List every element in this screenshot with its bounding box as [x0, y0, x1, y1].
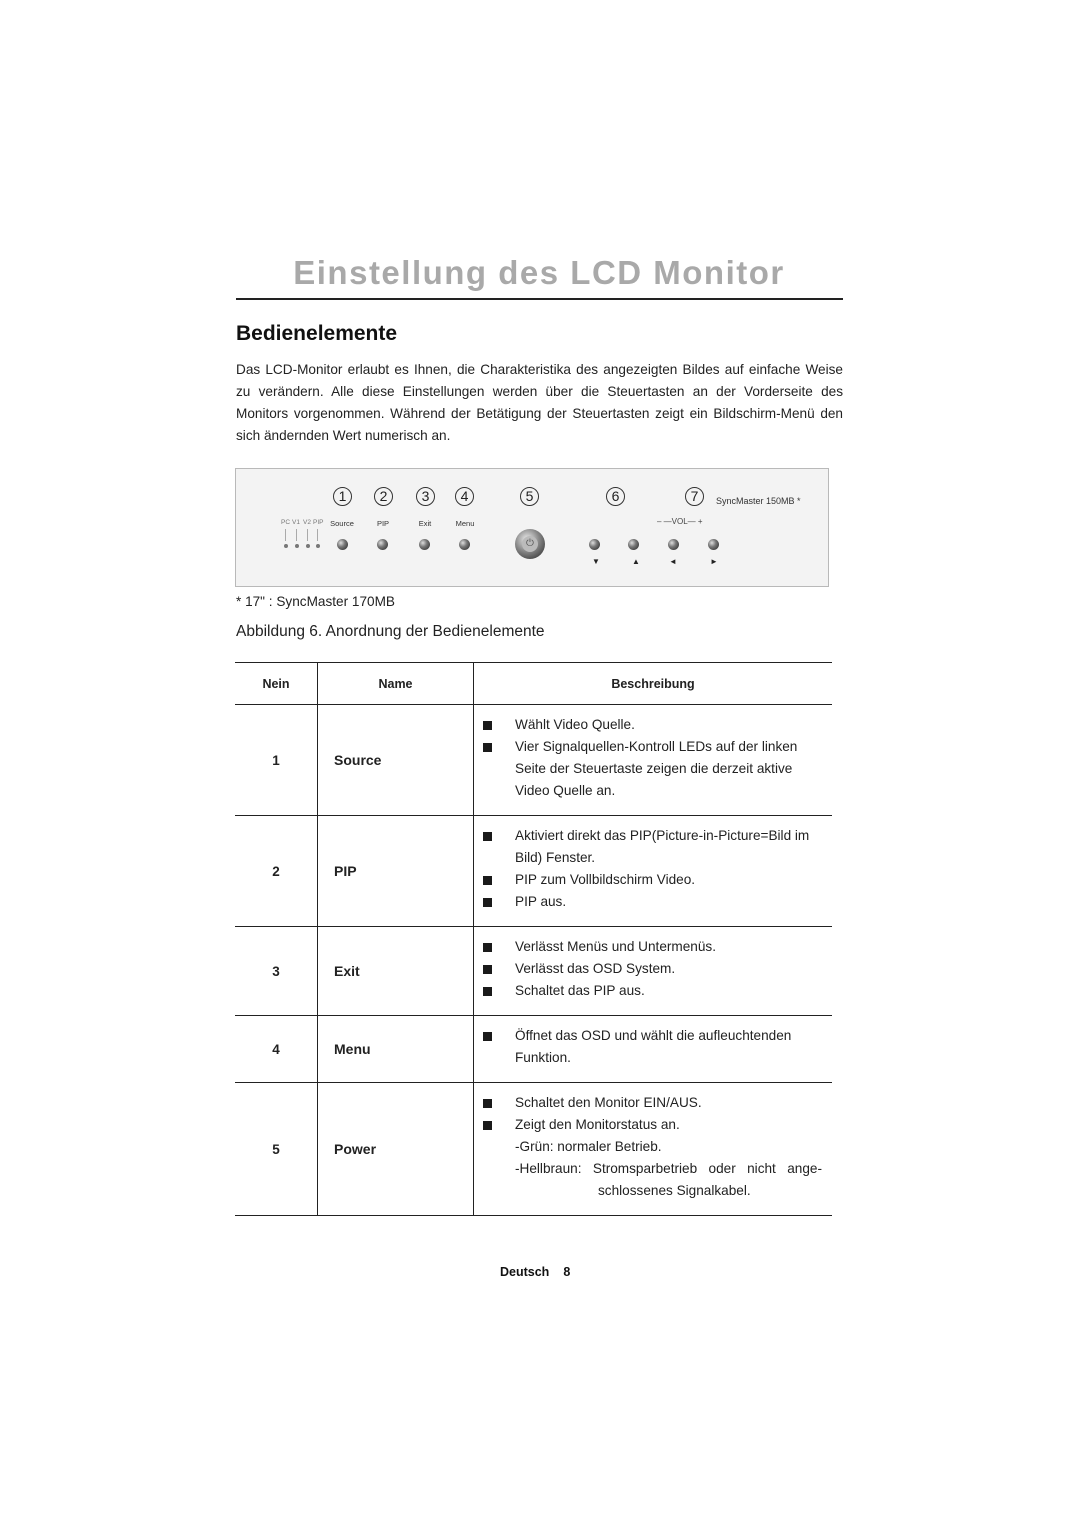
table-row: 2 PIP Aktiviert direkt das PIP(Picture-i…: [235, 815, 832, 927]
right-arrow-icon: ►: [710, 557, 718, 566]
table-header-row: Nein Name Beschreibung: [235, 662, 832, 705]
row-number: 1: [235, 704, 318, 816]
led-label-v1: V1: [292, 519, 300, 526]
power-icon: ⏻: [522, 536, 538, 552]
description-item: PIP aus.: [474, 891, 832, 913]
led-indicator-pip: [316, 544, 320, 548]
row-number: 3: [235, 926, 318, 1016]
description-item: Verlässt das OSD System.: [474, 958, 832, 980]
page-footer: Deutsch 8: [500, 1265, 570, 1279]
pip-button: [377, 539, 388, 550]
left-arrow-icon: ◄: [669, 557, 677, 566]
header-description: Beschreibung: [473, 662, 832, 705]
model-label: SyncMaster 150MB *: [716, 496, 801, 506]
footer-language: Deutsch: [500, 1265, 550, 1279]
status-note-continuation: schlossenes Signalkabel.: [598, 1183, 751, 1198]
bullet-icon: [483, 987, 492, 996]
button-label-pip: PIP: [376, 519, 390, 528]
section-heading: Bedienelemente: [236, 322, 398, 345]
led-connector: [285, 529, 286, 541]
callout-number: 7: [685, 487, 704, 506]
bullet-icon: [483, 832, 492, 841]
figure-caption: Abbildung 6. Anordnung der Bedienelement…: [236, 623, 545, 640]
row-name: Menu: [317, 1015, 474, 1083]
description-item: Schaltet das PIP aus.: [474, 980, 832, 1002]
description-item: Wählt Video Quelle.: [474, 714, 832, 736]
bullet-icon: [483, 743, 492, 752]
bullet-icon: [483, 876, 492, 885]
callout-number: 1: [333, 487, 352, 506]
description-item: Öffnet das OSD und wählt die aufleuchten…: [474, 1025, 832, 1069]
row-description: Aktiviert direkt das PIP(Picture-in-Pict…: [473, 815, 832, 927]
volume-label: – —VOL— +: [657, 517, 703, 526]
callout-number: 6: [606, 487, 625, 506]
description-item: Aktiviert direkt das PIP(Picture-in-Pict…: [474, 825, 832, 869]
callout-number: 4: [455, 487, 474, 506]
button-label-source: Source: [330, 519, 354, 528]
header-name: Name: [317, 662, 474, 705]
up-arrow-icon: ▲: [632, 557, 640, 566]
adjust-down-button: [589, 539, 600, 550]
page-title: Einstellung des LCD Monitor: [293, 254, 785, 291]
header-no: Nein: [235, 662, 318, 705]
led-label-v2: V2: [303, 519, 311, 526]
menu-button: [459, 539, 470, 550]
led-label-pip: PIP: [313, 519, 324, 526]
power-button: ⏻: [515, 529, 545, 559]
led-connector: [296, 529, 297, 541]
bullet-icon: [483, 1121, 492, 1130]
bullet-icon: [483, 965, 492, 974]
status-note: -Hellbraun: Stromsparbetrieb oder nicht …: [515, 1161, 822, 1176]
description-item: Schaltet den Monitor EIN/AUS.: [474, 1092, 832, 1114]
row-name: Exit: [317, 926, 474, 1016]
status-note: -Grün: normaler Betrieb.: [515, 1139, 662, 1154]
exit-button: [419, 539, 430, 550]
callout-number: 3: [416, 487, 435, 506]
bullet-icon: [483, 1099, 492, 1108]
volume-up-button: [708, 539, 719, 550]
description-item: PIP zum Vollbildschirm Video.: [474, 869, 832, 891]
row-name: Source: [317, 704, 474, 816]
row-description: Schaltet den Monitor EIN/AUS. Zeigt den …: [473, 1082, 832, 1216]
table-row: 3 Exit Verlässt Menüs und Untermenüs. Ve…: [235, 926, 832, 1016]
figure-footnote: * 17" : SyncMaster 170MB: [236, 594, 395, 609]
monitor-control-panel-figure: 1 2 3 4 5 6 7 SyncMaster 150MB * PC V1 V…: [235, 468, 829, 587]
description-item: Zeigt den Monitorstatus an.: [474, 1114, 832, 1136]
bullet-icon: [483, 1032, 492, 1041]
row-description: Öffnet das OSD und wählt die aufleuchten…: [473, 1015, 832, 1083]
source-button: [337, 539, 348, 550]
table-row: 1 Source Wählt Video Quelle. Vier Signal…: [235, 704, 832, 816]
button-label-menu: Menu: [455, 519, 475, 528]
led-indicator-v1: [295, 544, 299, 548]
row-name: PIP: [317, 815, 474, 927]
description-item: Vier Signalquellen-Kontroll LEDs auf der…: [474, 736, 832, 802]
down-arrow-icon: ▼: [592, 557, 600, 566]
row-number: 5: [235, 1082, 318, 1216]
row-number: 4: [235, 1015, 318, 1083]
row-description: Wählt Video Quelle. Vier Signalquellen-K…: [473, 704, 832, 816]
row-name: Power: [317, 1082, 474, 1216]
table-row: 5 Power Schaltet den Monitor EIN/AUS. Ze…: [235, 1082, 832, 1216]
led-connector: [307, 529, 308, 541]
volume-down-button: [668, 539, 679, 550]
bullet-icon: [483, 943, 492, 952]
bullet-icon: [483, 721, 492, 730]
led-indicator-v2: [306, 544, 310, 548]
led-indicator-pc: [284, 544, 288, 548]
adjust-up-button: [628, 539, 639, 550]
row-number: 2: [235, 815, 318, 927]
page-number: 8: [563, 1265, 571, 1279]
controls-table: Nein Name Beschreibung 1 Source Wählt Vi…: [235, 662, 832, 1216]
callout-number: 2: [374, 487, 393, 506]
title-divider: [236, 298, 843, 300]
row-description: Verlässt Menüs und Untermenüs. Verlässt …: [473, 926, 832, 1016]
led-label-pc: PC: [281, 519, 291, 526]
led-connector: [317, 529, 318, 541]
callout-number: 5: [520, 487, 539, 506]
button-label-exit: Exit: [418, 519, 432, 528]
description-item: Verlässt Menüs und Untermenüs.: [474, 936, 832, 958]
table-row: 4 Menu Öffnet das OSD und wählt die aufl…: [235, 1015, 832, 1083]
bullet-icon: [483, 898, 492, 907]
intro-paragraph: Das LCD-Monitor erlaubt es Ihnen, die Ch…: [236, 362, 843, 443]
